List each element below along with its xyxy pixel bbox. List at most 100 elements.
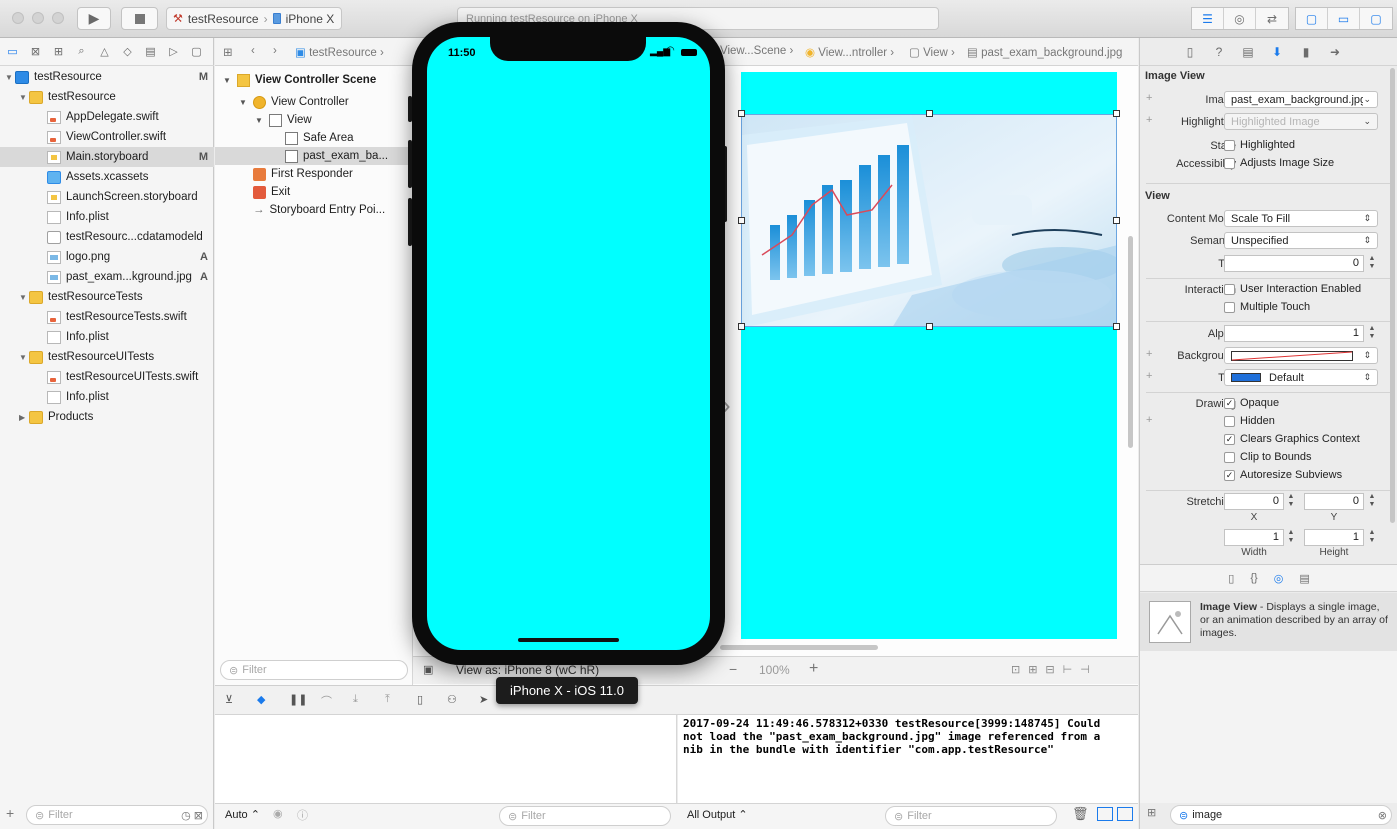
resize-handle[interactable]: [926, 110, 933, 117]
tag-field[interactable]: 0: [1224, 255, 1364, 272]
close-window-button[interactable]: [12, 12, 24, 24]
multiple-touch-checkbox[interactable]: Multiple Touch: [1224, 301, 1310, 313]
output-select[interactable]: All Output ⌃: [687, 808, 748, 821]
step-out-icon[interactable]: ⤒: [385, 693, 390, 706]
outline-first-responder[interactable]: First Responder: [253, 165, 353, 183]
view-as-label[interactable]: View as: iPhone 8 (wC hR): [456, 663, 599, 677]
canvas-vertical-scrollbar[interactable]: [1128, 236, 1133, 448]
test-icon[interactable]: ◇: [119, 43, 136, 60]
info-icon[interactable]: ⓘ: [297, 807, 308, 823]
disclosure-open-icon[interactable]: ▼: [223, 76, 237, 85]
recent-icon[interactable]: ◷ ⊠: [181, 809, 203, 822]
image-select[interactable]: past_exam_background.jpg ⌄: [1224, 91, 1378, 108]
eye-icon[interactable]: ◉: [273, 807, 283, 820]
nav-item-group[interactable]: ▼ testResourceUITests: [0, 347, 214, 367]
debug-toggle-icon[interactable]: ▭: [1328, 8, 1360, 29]
disclosure-open-icon[interactable]: ▼: [239, 98, 253, 107]
nav-item-file[interactable]: testResourceTests.swift: [0, 307, 214, 327]
auto-select[interactable]: Auto ⌃: [225, 808, 260, 821]
back-icon[interactable]: ‹: [251, 45, 255, 57]
content-mode-select[interactable]: Scale To Fill ⇕: [1224, 210, 1378, 227]
zoom-in-button[interactable]: +: [809, 660, 818, 678]
outline-filter-input[interactable]: ⊜ Filter: [220, 660, 408, 680]
user-interaction-checkbox[interactable]: User Interaction Enabled: [1224, 283, 1361, 295]
stretch-height-stepper[interactable]: ▲ ▼: [1367, 529, 1377, 546]
standard-editor-icon[interactable]: ☰: [1192, 8, 1224, 29]
stretch-y-field[interactable]: 0: [1304, 493, 1364, 510]
resize-handle[interactable]: [1113, 217, 1120, 224]
console-output[interactable]: 2017-09-24 11:49:46.578312+0330 testReso…: [678, 715, 1138, 803]
outline-image-view-selected[interactable]: past_exam_ba...: [215, 147, 412, 165]
related-items-icon[interactable]: ⊞: [223, 45, 233, 59]
library-item-image-view[interactable]: Image View - Displays a single image, or…: [1140, 593, 1397, 651]
autoresize-subviews-checkbox[interactable]: ✓ Autoresize Subviews: [1224, 469, 1342, 481]
outline-view-controller[interactable]: ▼ View Controller: [239, 93, 349, 111]
nav-item-file[interactable]: LaunchScreen.storyboard: [0, 187, 214, 207]
stop-button[interactable]: [121, 7, 158, 30]
search-icon[interactable]: ⌕: [73, 43, 90, 60]
breadcrumb-project[interactable]: ▣ testResource ›: [295, 45, 384, 59]
variables-filter-input[interactable]: ⊜ Filter: [499, 806, 671, 826]
simulator-screen[interactable]: [427, 37, 710, 650]
file-template-icon[interactable]: ▯: [1228, 572, 1234, 585]
zoom-out-button[interactable]: −: [729, 661, 737, 677]
debug-icon[interactable]: ▤: [142, 43, 159, 60]
editor-mode-segmented[interactable]: ☰ ◎ ⇄: [1191, 7, 1289, 30]
media-library-icon[interactable]: ▤: [1299, 572, 1309, 585]
alpha-field[interactable]: 1: [1224, 325, 1364, 342]
identity-inspector-icon[interactable]: ▤: [1240, 44, 1256, 60]
disclosure-open-icon[interactable]: ▼: [19, 93, 29, 102]
breakpoints-toggle-icon[interactable]: ◆: [257, 693, 265, 706]
memory-graph-icon[interactable]: ⚇: [447, 693, 457, 706]
location-icon[interactable]: ➤: [479, 693, 488, 706]
disclosure-open-icon[interactable]: ▼: [19, 293, 29, 302]
add-variation-icon[interactable]: +: [1146, 370, 1152, 382]
zoom-window-button[interactable]: [52, 12, 64, 24]
breadcrumb-scene[interactable]: View...Scene ›: [720, 45, 793, 57]
nav-item-group[interactable]: ▼ testResource: [0, 87, 214, 107]
highlighted-checkbox[interactable]: Highlighted: [1224, 139, 1295, 151]
tag-stepper[interactable]: ▲ ▼: [1367, 255, 1377, 272]
stretch-x-field[interactable]: 0: [1224, 493, 1284, 510]
outline-exit[interactable]: Exit: [253, 183, 290, 201]
adjusts-image-size-checkbox[interactable]: Adjusts Image Size: [1224, 157, 1334, 169]
resize-handle[interactable]: [1113, 323, 1120, 330]
object-library-icon[interactable]: ◎: [1274, 572, 1284, 585]
library-search-input[interactable]: ⊜ image ⊗: [1170, 805, 1392, 825]
assistant-editor-icon[interactable]: ◎: [1224, 8, 1256, 29]
folder-icon[interactable]: ▭: [4, 43, 21, 60]
resize-handle[interactable]: [738, 110, 745, 117]
run-button[interactable]: ▶: [77, 7, 111, 30]
warning-icon[interactable]: △: [96, 43, 113, 60]
resize-handle[interactable]: [1113, 110, 1120, 117]
nav-item-file[interactable]: Assets.xcassets: [0, 167, 214, 187]
clears-graphics-checkbox[interactable]: ✓ Clears Graphics Context: [1224, 433, 1360, 445]
console-filter-input[interactable]: ⊜ Filter: [885, 806, 1057, 826]
view-debugger-icon[interactable]: ▯: [417, 693, 423, 706]
outline-view[interactable]: ▼ View: [255, 111, 312, 129]
semantic-select[interactable]: Unspecified ⇕: [1224, 232, 1378, 249]
highlighted-image-select[interactable]: Highlighted Image ⌄: [1224, 113, 1378, 130]
nav-item-group[interactable]: ▶ Products: [0, 407, 214, 427]
panel-visibility-segmented[interactable]: ▢ ▭ ▢: [1295, 7, 1393, 30]
navigator-filter-input[interactable]: ⊜ Filter ◷ ⊠: [26, 805, 208, 825]
nav-item-file[interactable]: logo.png A: [0, 247, 214, 267]
console-pane-toggle-icon[interactable]: [1117, 807, 1133, 821]
step-into-icon[interactable]: ⤓: [353, 693, 358, 706]
help-icon[interactable]: ?: [1211, 44, 1227, 60]
version-editor-icon[interactable]: ⇄: [1256, 8, 1288, 29]
clip-to-bounds-checkbox[interactable]: Clip to Bounds: [1224, 451, 1312, 463]
disclosure-closed-icon[interactable]: ▶: [19, 413, 29, 422]
inspector-scrollbar[interactable]: [1390, 68, 1395, 523]
forward-icon[interactable]: ›: [273, 45, 277, 57]
report-icon[interactable]: ▢: [188, 43, 205, 60]
outline-safe-area[interactable]: Safe Area: [285, 129, 354, 147]
step-over-icon[interactable]: ⌒: [321, 693, 332, 709]
navigator-toggle-icon[interactable]: ▢: [1296, 8, 1328, 29]
pause-icon[interactable]: ❚❚: [289, 693, 307, 706]
source-control-icon[interactable]: ⊠: [27, 43, 44, 60]
hidden-checkbox[interactable]: Hidden: [1224, 415, 1275, 427]
breakpoint-icon[interactable]: ▷: [165, 43, 182, 60]
outline-entry-point[interactable]: → Storyboard Entry Poi...: [253, 201, 385, 219]
code-snippet-icon[interactable]: {}: [1250, 572, 1257, 584]
